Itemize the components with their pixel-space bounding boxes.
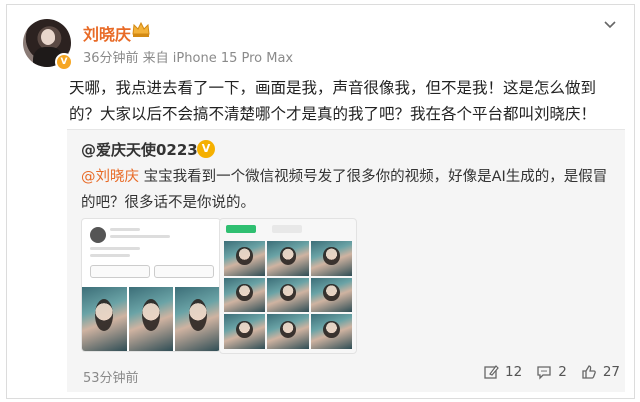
photo-thumbnail	[82, 287, 127, 351]
like-count: 27	[602, 364, 620, 380]
photo-thumbnail	[224, 241, 266, 276]
photo-strip	[82, 287, 220, 351]
photo-thumbnail	[224, 277, 266, 313]
crown-icon	[132, 21, 150, 37]
repost-time: 53分钟前	[83, 371, 139, 386]
profile-line	[90, 254, 130, 257]
photo-thumbnail	[310, 241, 352, 276]
chevron-down-icon[interactable]	[602, 17, 618, 33]
profile-line	[90, 247, 140, 250]
profile-line	[110, 235, 170, 238]
post-body-text: 天哪，我点进去看了一下，画面是我，声音很像我，但不是我！这是怎么做到的？大家以后…	[69, 79, 597, 123]
repost-body: 宝宝我看到一个微信视频号发了很多你的视频，好像是AI生成的，是假冒的吧？很多话不…	[81, 169, 608, 211]
photo-grid	[224, 241, 352, 349]
photo-thumbnail	[267, 241, 309, 276]
like-action[interactable]: 27	[581, 364, 620, 380]
comment-action[interactable]: 2	[536, 364, 567, 380]
repost-text: @刘晓庆 宝宝我看到一个微信视频号发了很多你的视频，好像是AI生成的，是假冒的吧…	[81, 164, 611, 216]
photo-thumbnail	[128, 287, 174, 351]
screenshot-image-grid[interactable]	[219, 218, 357, 354]
profile-line	[110, 228, 140, 231]
avatar-face	[41, 29, 55, 45]
post-username[interactable]: 刘晓庆	[83, 21, 131, 45]
repost-username[interactable]: @爱庆天使0223	[81, 139, 198, 160]
weibo-post-card: V 刘晓庆 36分钟前 来自 iPhone 15 Pro Max 天哪，我点进去…	[6, 4, 635, 399]
repost-action[interactable]: 12	[483, 364, 522, 380]
photo-thumbnail	[175, 287, 220, 351]
repost-count: 12	[505, 364, 523, 380]
profile-button	[154, 265, 214, 278]
repost-block[interactable]: @爱庆天使0223 V @刘晓庆 宝宝我看到一个微信视频号发了很多你的视频，好像…	[67, 129, 625, 392]
share-edit-icon	[484, 365, 499, 379]
photo-thumbnail	[267, 314, 309, 349]
comment-count: 2	[558, 364, 567, 380]
photo-thumbnail	[267, 277, 309, 313]
gold-verified-icon: V	[197, 140, 215, 158]
grid-tabs	[226, 225, 350, 237]
photo-thumbnail	[310, 277, 352, 313]
post-meta: 36分钟前 来自 iPhone 15 Pro Max	[83, 51, 294, 66]
photo-thumbnail	[224, 314, 266, 349]
profile-avatar	[90, 227, 106, 243]
grid-tab-active	[226, 225, 256, 233]
thumbs-up-icon	[582, 365, 596, 379]
photo-thumbnail	[310, 314, 352, 349]
mention-link[interactable]: @刘晓庆	[81, 169, 139, 185]
action-bar: 12 2 27	[483, 364, 620, 380]
profile-button	[90, 265, 150, 278]
screenshot-image-profile[interactable]	[81, 218, 221, 352]
grid-tab	[272, 225, 302, 233]
comment-icon	[537, 366, 551, 380]
verified-badge-icon: V	[55, 53, 73, 71]
